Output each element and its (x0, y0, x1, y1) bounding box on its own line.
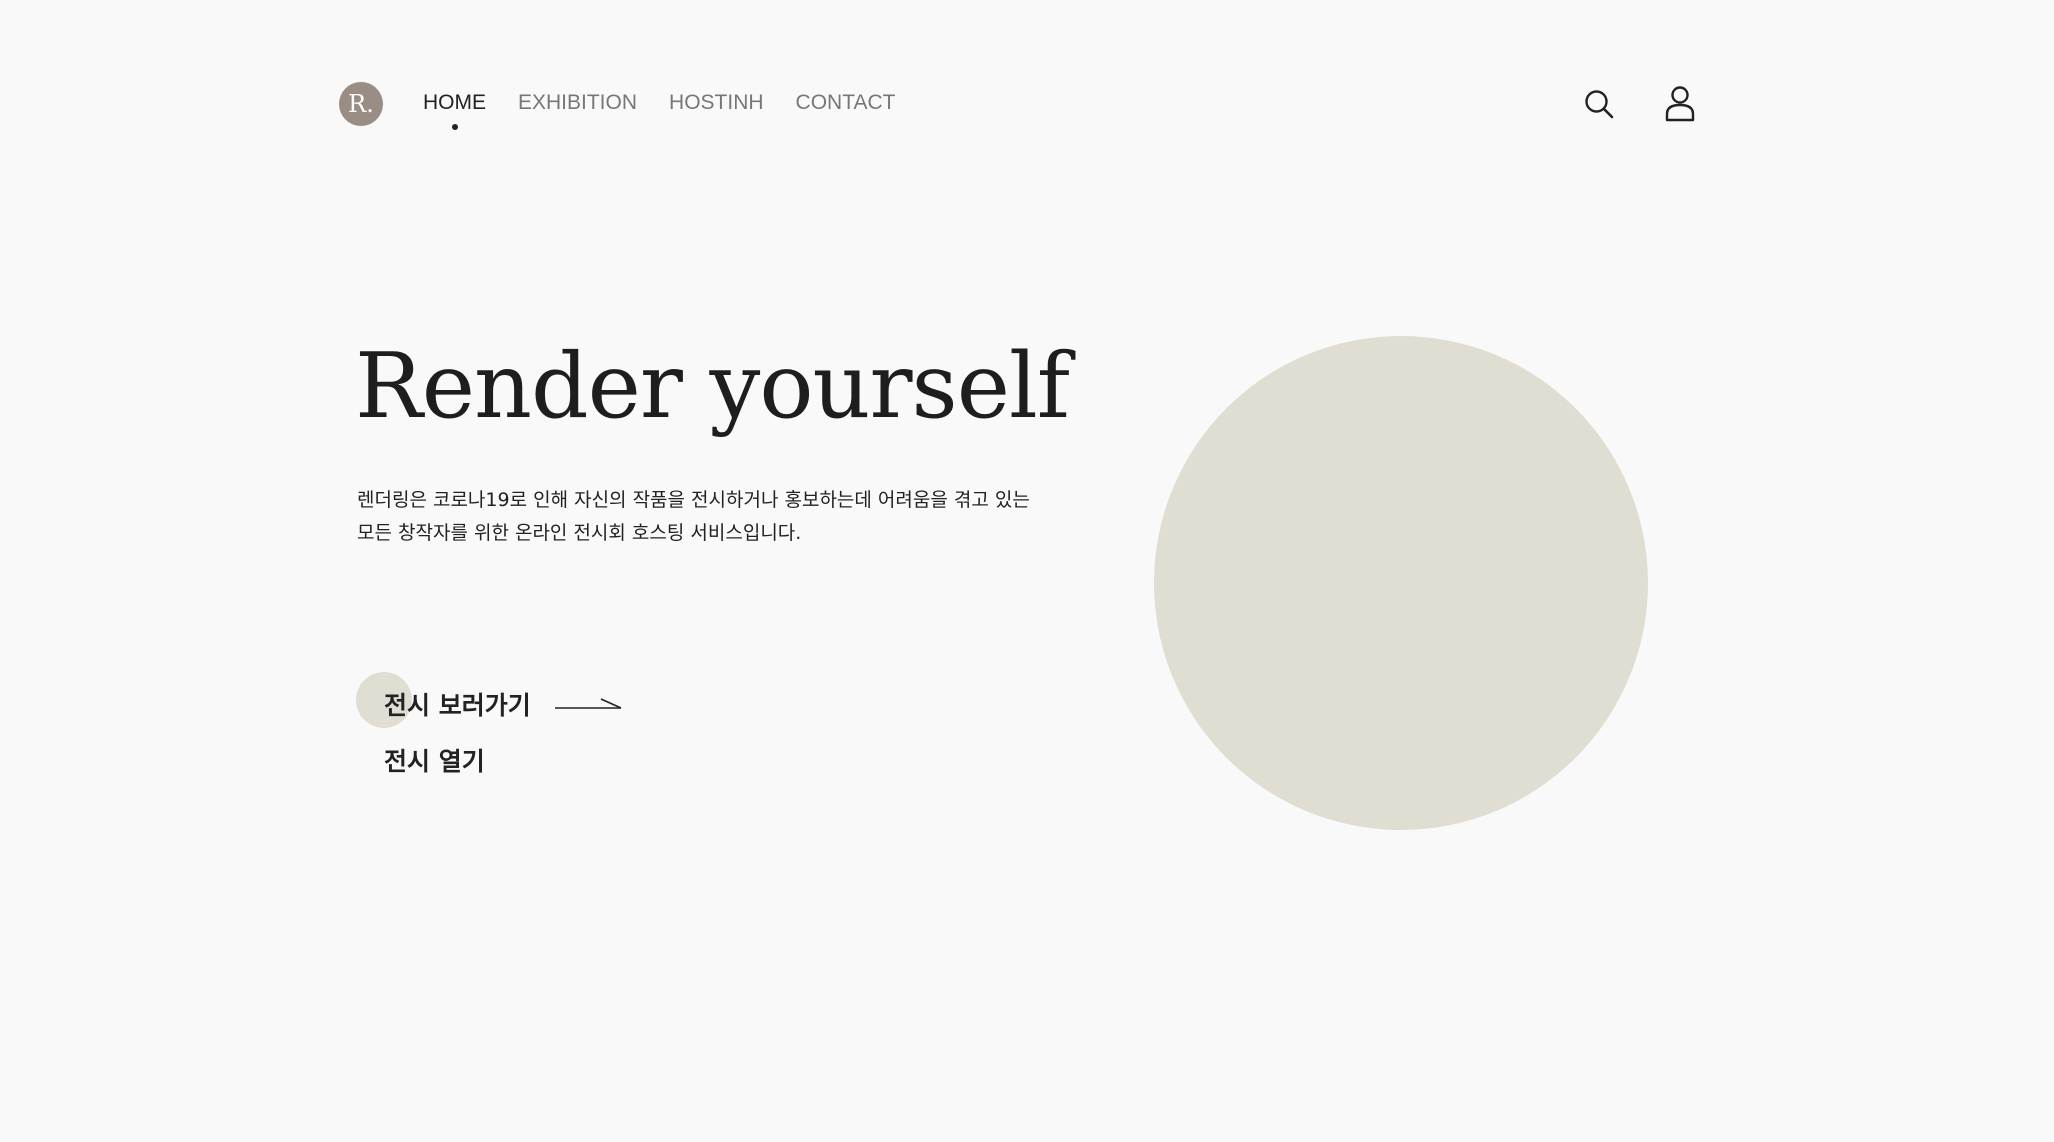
search-icon (1585, 90, 1614, 119)
hero-title: Render yourself (355, 334, 1070, 439)
open-exhibition-link[interactable]: 전시 열기 (384, 742, 485, 778)
nav-item-exhibition[interactable]: EXHIBITION (518, 88, 637, 118)
hero-description: 렌더링은 코로나19로 인해 자신의 작품을 전시하거나 홍보하는데 어려움을 … (357, 484, 1057, 550)
active-indicator-dot (451, 124, 458, 130)
arrow-right-icon (554, 698, 622, 709)
nav-item-label: HOSTINH (669, 91, 764, 114)
nav-item-label: HOME (423, 91, 486, 114)
view-exhibition-link[interactable]: 전시 보러가기 (384, 686, 623, 722)
hero-description-line: 모든 창작자를 위한 온라인 전시회 호스팅 서비스입니다. (357, 522, 802, 544)
nav-item-contact[interactable]: CONTACT (796, 88, 896, 118)
hero-description-line: 렌더링은 코로나19로 인해 자신의 작품을 전시하거나 홍보하는데 어려움을 … (357, 489, 1030, 511)
nav-item-label: EXHIBITION (518, 91, 638, 114)
hero-decorative-circle (1154, 336, 1648, 830)
nav-item-home[interactable]: HOME (423, 88, 486, 130)
search-button[interactable] (1579, 84, 1619, 124)
main-nav: HOME EXHIBITION HOSTINH CONTACT (423, 88, 927, 130)
user-button[interactable] (1660, 84, 1700, 124)
nav-item-label: CONTACT (795, 91, 896, 114)
logo[interactable]: R. (339, 82, 383, 126)
user-icon (1665, 86, 1695, 122)
view-exhibition-label: 전시 보러가기 (384, 691, 531, 720)
nav-item-hostinh[interactable]: HOSTINH (669, 88, 764, 118)
open-exhibition-label: 전시 열기 (384, 747, 485, 776)
